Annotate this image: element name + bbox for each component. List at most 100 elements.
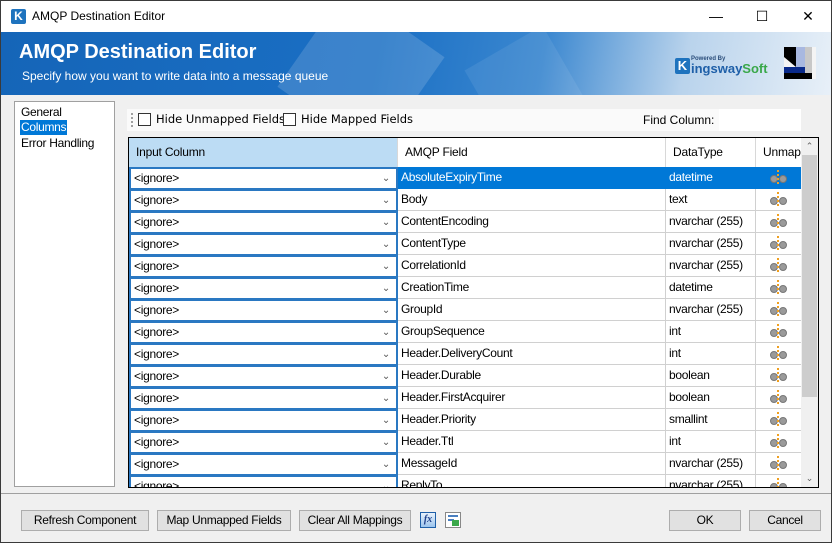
unmap-icon[interactable]	[769, 434, 789, 449]
chevron-down-icon[interactable]: ⌄	[382, 235, 390, 254]
chevron-down-icon[interactable]: ⌄	[382, 169, 390, 188]
input-column-dropdown[interactable]: <ignore> ⌄	[129, 255, 398, 277]
unmap-cell[interactable]	[756, 453, 801, 475]
table-row[interactable]: <ignore> ⌄ GroupId nvarchar (255)	[129, 299, 801, 321]
unmap-cell[interactable]	[756, 431, 801, 453]
unmap-icon[interactable]	[769, 236, 789, 251]
map-unmapped-fields-button[interactable]: Map Unmapped Fields	[157, 510, 291, 531]
unmap-icon[interactable]	[769, 456, 789, 471]
input-column-dropdown[interactable]: <ignore> ⌄	[129, 365, 398, 387]
chevron-down-icon[interactable]: ⌄	[382, 345, 390, 364]
table-row[interactable]: <ignore> ⌄ CorrelationId nvarchar (255)	[129, 255, 801, 277]
maximize-button[interactable]: ☐	[739, 1, 785, 32]
table-row[interactable]: <ignore> ⌄ Header.FirstAcquirer boolean	[129, 387, 801, 409]
header-unmap[interactable]: Unmap	[756, 138, 801, 167]
unmap-icon[interactable]	[769, 258, 789, 273]
chevron-down-icon[interactable]: ⌄	[382, 411, 390, 430]
unmap-icon[interactable]	[769, 412, 789, 427]
input-column-dropdown[interactable]: <ignore> ⌄	[129, 343, 398, 365]
input-column-dropdown[interactable]: <ignore> ⌄	[129, 321, 398, 343]
sidebar-item-columns[interactable]: Columns	[20, 120, 68, 135]
unmap-cell[interactable]	[756, 299, 801, 321]
table-row[interactable]: <ignore> ⌄ ContentType nvarchar (255)	[129, 233, 801, 255]
scroll-thumb[interactable]	[802, 155, 817, 397]
input-column-dropdown[interactable]: <ignore> ⌄	[129, 211, 398, 233]
input-column-dropdown[interactable]: <ignore> ⌄	[129, 431, 398, 453]
unmap-cell[interactable]	[756, 365, 801, 387]
table-row[interactable]: <ignore> ⌄ Header.Durable boolean	[129, 365, 801, 387]
hide-unmapped-label[interactable]: Hide Unmapped Fields	[156, 112, 285, 126]
unmap-icon[interactable]	[769, 324, 789, 339]
hide-mapped-label[interactable]: Hide Mapped Fields	[301, 112, 413, 126]
table-row[interactable]: <ignore> ⌄ MessageId nvarchar (255)	[129, 453, 801, 475]
input-column-dropdown[interactable]: <ignore> ⌄	[129, 475, 398, 487]
mapping-table-icon[interactable]	[445, 512, 461, 528]
close-button[interactable]: ✕	[785, 1, 831, 32]
unmap-icon[interactable]	[769, 214, 789, 229]
unmap-icon[interactable]	[769, 390, 789, 405]
table-row[interactable]: <ignore> ⌄ GroupSequence int	[129, 321, 801, 343]
refresh-component-button[interactable]: Refresh Component	[21, 510, 149, 531]
find-column-input[interactable]	[719, 109, 801, 131]
header-datatype[interactable]: DataType	[666, 138, 756, 167]
chevron-down-icon[interactable]: ⌄	[382, 301, 390, 320]
input-column-dropdown[interactable]: <ignore> ⌄	[129, 167, 398, 189]
chevron-down-icon[interactable]: ⌄	[382, 213, 390, 232]
input-column-dropdown[interactable]: <ignore> ⌄	[129, 299, 398, 321]
chevron-down-icon[interactable]: ⌄	[382, 389, 390, 408]
scroll-up-icon[interactable]: ⌃	[801, 138, 818, 155]
unmap-icon[interactable]	[769, 346, 789, 361]
chevron-down-icon[interactable]: ⌄	[382, 433, 390, 452]
unmap-icon[interactable]	[769, 302, 789, 317]
vertical-scrollbar[interactable]: ⌃ ⌄	[801, 138, 818, 487]
minimize-button[interactable]: —	[693, 1, 739, 32]
table-row[interactable]: <ignore> ⌄ ContentEncoding nvarchar (255)	[129, 211, 801, 233]
input-column-dropdown[interactable]: <ignore> ⌄	[129, 277, 398, 299]
unmap-cell[interactable]	[756, 387, 801, 409]
unmap-cell[interactable]	[756, 409, 801, 431]
chevron-down-icon[interactable]: ⌄	[382, 323, 390, 342]
clear-all-mappings-button[interactable]: Clear All Mappings	[299, 510, 411, 531]
unmap-icon[interactable]	[769, 368, 789, 383]
ok-button[interactable]: OK	[669, 510, 741, 531]
input-column-dropdown[interactable]: <ignore> ⌄	[129, 233, 398, 255]
table-row[interactable]: <ignore> ⌄ Header.DeliveryCount int	[129, 343, 801, 365]
unmap-cell[interactable]	[756, 343, 801, 365]
table-row[interactable]: <ignore> ⌄ AbsoluteExpiryTime datetime	[129, 167, 801, 189]
sidebar-item-general[interactable]: General	[20, 105, 63, 120]
unmap-cell[interactable]	[756, 255, 801, 277]
chevron-down-icon[interactable]: ⌄	[382, 477, 390, 487]
table-row[interactable]: <ignore> ⌄ Header.Priority smallint	[129, 409, 801, 431]
table-row[interactable]: <ignore> ⌄ ReplyTo nvarchar (255)	[129, 475, 801, 487]
scroll-down-icon[interactable]: ⌄	[801, 470, 818, 487]
toolbar-grip[interactable]	[131, 113, 133, 127]
header-input-column[interactable]: Input Column	[129, 138, 398, 167]
expression-fx-icon[interactable]: fx	[420, 512, 436, 528]
unmap-cell[interactable]	[756, 233, 801, 255]
hide-mapped-checkbox[interactable]	[283, 113, 296, 126]
unmap-icon[interactable]	[769, 170, 789, 185]
unmap-icon[interactable]	[769, 192, 789, 207]
input-column-dropdown[interactable]: <ignore> ⌄	[129, 189, 398, 211]
unmap-cell[interactable]	[756, 189, 801, 211]
input-column-dropdown[interactable]: <ignore> ⌄	[129, 409, 398, 431]
table-row[interactable]: <ignore> ⌄ Body text	[129, 189, 801, 211]
unmap-icon[interactable]	[769, 280, 789, 295]
unmap-cell[interactable]	[756, 321, 801, 343]
input-column-dropdown[interactable]: <ignore> ⌄	[129, 387, 398, 409]
table-row[interactable]: <ignore> ⌄ CreationTime datetime	[129, 277, 801, 299]
chevron-down-icon[interactable]: ⌄	[382, 257, 390, 276]
hide-unmapped-checkbox[interactable]	[138, 113, 151, 126]
table-row[interactable]: <ignore> ⌄ Header.Ttl int	[129, 431, 801, 453]
chevron-down-icon[interactable]: ⌄	[382, 455, 390, 474]
unmap-cell[interactable]	[756, 277, 801, 299]
sidebar-item-error-handling[interactable]: Error Handling	[20, 136, 95, 151]
unmap-cell[interactable]	[756, 167, 801, 189]
chevron-down-icon[interactable]: ⌄	[382, 367, 390, 386]
input-column-dropdown[interactable]: <ignore> ⌄	[129, 453, 398, 475]
unmap-cell[interactable]	[756, 211, 801, 233]
header-amqp-field[interactable]: AMQP Field	[398, 138, 666, 167]
chevron-down-icon[interactable]: ⌄	[382, 191, 390, 210]
chevron-down-icon[interactable]: ⌄	[382, 279, 390, 298]
cancel-button[interactable]: Cancel	[749, 510, 821, 531]
